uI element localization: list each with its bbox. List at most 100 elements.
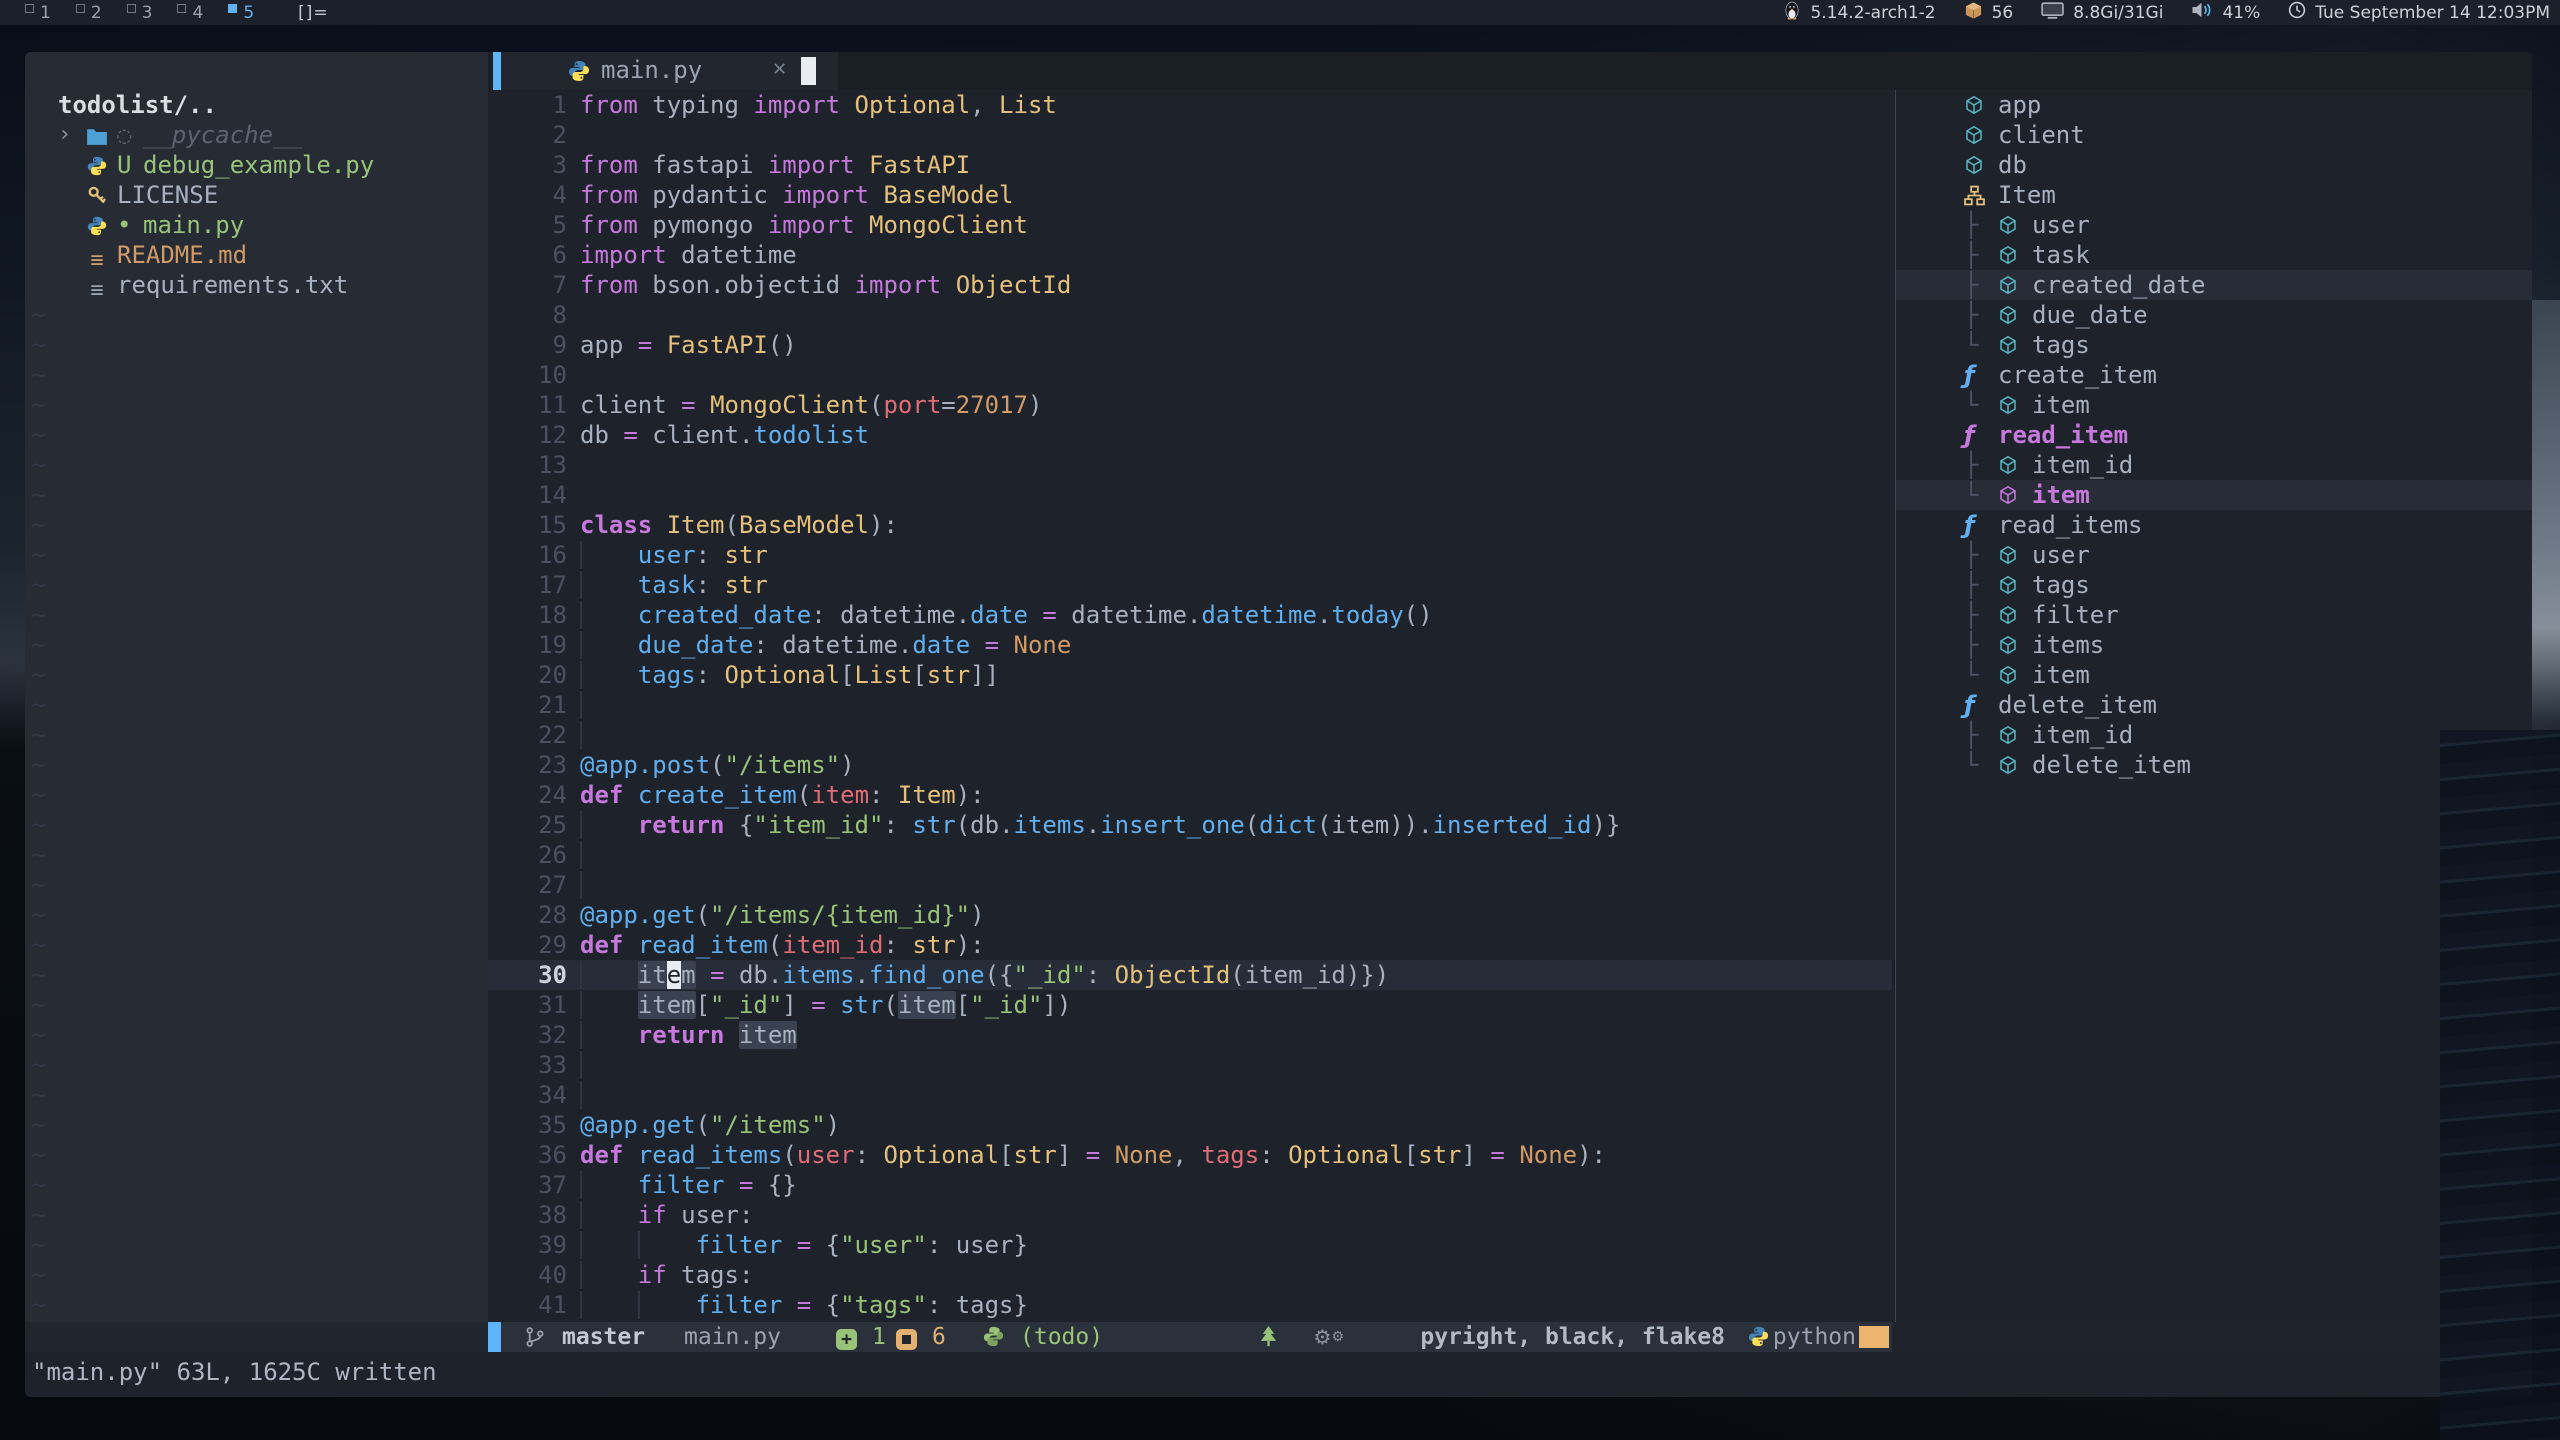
code-line-15[interactable]: 15class Item(BaseModel): bbox=[488, 510, 1892, 540]
code-line-12[interactable]: 12db = client.todolist bbox=[488, 420, 1892, 450]
symbol-item_id[interactable]: ├item_id bbox=[1896, 720, 2532, 750]
chevron-right-icon[interactable]: › bbox=[58, 120, 71, 150]
symbol-filter[interactable]: ├filter bbox=[1896, 600, 2532, 630]
symbol-item[interactable]: └item bbox=[1896, 390, 2532, 420]
workspace-button-2[interactable]: 2 bbox=[89, 3, 102, 23]
code-line-1[interactable]: 1from typing import Optional, List bbox=[488, 90, 1892, 120]
file-tree-item-debug_example.py[interactable]: Udebug_example.py bbox=[25, 150, 488, 180]
code-token: FastAPI bbox=[667, 331, 768, 359]
code-token: datetime bbox=[782, 631, 898, 659]
code-line-30[interactable]: 30 item = db.items.find_one({"_id": Obje… bbox=[488, 960, 1892, 990]
empty-line-tilde: ~ bbox=[31, 1290, 61, 1320]
code-line-19[interactable]: 19 due_date: datetime.date = None bbox=[488, 630, 1892, 660]
symbol-read_items[interactable]: ƒread_items bbox=[1896, 510, 2532, 540]
code-line-36[interactable]: 36def read_items(user: Optional[str] = N… bbox=[488, 1140, 1892, 1170]
file-explorer-root[interactable]: todolist/.. bbox=[25, 90, 521, 120]
code-line-14[interactable]: 14 bbox=[488, 480, 1892, 510]
code-line-2[interactable]: 2 bbox=[488, 120, 1892, 150]
tree-connector: ├ bbox=[1964, 450, 1998, 480]
symbol-item[interactable]: └item bbox=[1896, 660, 2532, 690]
code-line-33[interactable]: 33 bbox=[488, 1050, 1892, 1080]
symbol-delete_item[interactable]: └delete_item bbox=[1896, 750, 2532, 780]
file-tree-item-LICENSE[interactable]: LICENSE bbox=[25, 180, 488, 210]
workspace-button-4[interactable]: 4 bbox=[190, 3, 203, 23]
code-line-17[interactable]: 17 task: str bbox=[488, 570, 1892, 600]
code-line-39[interactable]: 39 filter = {"user": user} bbox=[488, 1230, 1892, 1260]
code-line-3[interactable]: 3from fastapi import FastAPI bbox=[488, 150, 1892, 180]
file-tree-item-main.py[interactable]: •main.py bbox=[25, 210, 488, 240]
symbol-created_date[interactable]: ├created_date bbox=[1896, 270, 2532, 300]
code-line-16[interactable]: 16 user: str bbox=[488, 540, 1892, 570]
symbol-item_id[interactable]: ├item_id bbox=[1896, 450, 2532, 480]
file-tree-item-README.md[interactable]: ≡README.md bbox=[25, 240, 488, 270]
code-line-31[interactable]: 31 item["_id"] = str(item["_id"]) bbox=[488, 990, 1892, 1020]
code-line-24[interactable]: 24def create_item(item: Item): bbox=[488, 780, 1892, 810]
symbol-label: task bbox=[2032, 240, 2090, 270]
code-token: = bbox=[985, 631, 999, 659]
code-line-28[interactable]: 28@app.get("/items/{item_id}") bbox=[488, 900, 1892, 930]
code-line-4[interactable]: 4from pydantic import BaseModel bbox=[488, 180, 1892, 210]
file-tree-item-requirements.txt[interactable]: ≡requirements.txt bbox=[25, 270, 488, 300]
workspace-button-5[interactable]: 5 bbox=[241, 3, 254, 23]
tab-close-icon[interactable]: ✕ bbox=[773, 56, 786, 81]
symbol-tags[interactable]: └tags bbox=[1896, 330, 2532, 360]
code-token: pydantic bbox=[638, 181, 783, 209]
code-line-6[interactable]: 6import datetime bbox=[488, 240, 1892, 270]
code-line-29[interactable]: 29def read_item(item_id: str): bbox=[488, 930, 1892, 960]
code-line-22[interactable]: 22 bbox=[488, 720, 1892, 750]
workspace-button-1[interactable]: 1 bbox=[38, 3, 51, 23]
line-number: 20 bbox=[488, 660, 580, 690]
code-line-41[interactable]: 41 filter = {"tags": tags} bbox=[488, 1290, 1892, 1320]
symbol-Item[interactable]: Item bbox=[1896, 180, 2532, 210]
code-line-5[interactable]: 5from pymongo import MongoClient bbox=[488, 210, 1892, 240]
symbol-app[interactable]: app bbox=[1896, 90, 2532, 120]
code-line-11[interactable]: 11client = MongoClient(port=27017) bbox=[488, 390, 1892, 420]
symbol-user[interactable]: ├user bbox=[1896, 540, 2532, 570]
clock-icon bbox=[2288, 1, 2306, 24]
symbol-items[interactable]: ├items bbox=[1896, 630, 2532, 660]
code-line-38[interactable]: 38 if user: bbox=[488, 1200, 1892, 1230]
line-number: 28 bbox=[488, 900, 580, 930]
code-line-37[interactable]: 37 filter = {} bbox=[488, 1170, 1892, 1200]
filetype-python-icon bbox=[1747, 1325, 1770, 1355]
symbol-item[interactable]: └item bbox=[1896, 480, 2532, 510]
git-modified-icon bbox=[896, 1329, 917, 1350]
code-line-35[interactable]: 35@app.get("/items") bbox=[488, 1110, 1892, 1140]
code-line-10[interactable]: 10 bbox=[488, 360, 1892, 390]
code-line-27[interactable]: 27 bbox=[488, 870, 1892, 900]
symbol-tags[interactable]: ├tags bbox=[1896, 570, 2532, 600]
code-line-21[interactable]: 21 bbox=[488, 690, 1892, 720]
code-line-18[interactable]: 18 created_date: datetime.date = datetim… bbox=[488, 600, 1892, 630]
code-editor[interactable]: 1from typing import Optional, List23from… bbox=[488, 90, 1892, 1322]
symbol-delete_item[interactable]: ƒdelete_item bbox=[1896, 690, 2532, 720]
code-line-40[interactable]: 40 if tags: bbox=[488, 1260, 1892, 1290]
code-line-25[interactable]: 25 return {"item_id": str(db.items.inser… bbox=[488, 810, 1892, 840]
symbol-create_item[interactable]: ƒcreate_item bbox=[1896, 360, 2532, 390]
symbol-client[interactable]: client bbox=[1896, 120, 2532, 150]
code-line-26[interactable]: 26 bbox=[488, 840, 1892, 870]
code-line-23[interactable]: 23@app.post("/items") bbox=[488, 750, 1892, 780]
symbol-read_item[interactable]: ƒread_item bbox=[1896, 420, 2532, 450]
code-token: (item)). bbox=[1317, 811, 1433, 839]
code-token bbox=[725, 1171, 739, 1199]
class-icon bbox=[1964, 185, 1990, 206]
code-line-13[interactable]: 13 bbox=[488, 450, 1892, 480]
code-line-8[interactable]: 8 bbox=[488, 300, 1892, 330]
code-token: [ bbox=[840, 661, 854, 689]
code-line-20[interactable]: 20 tags: Optional[List[str]] bbox=[488, 660, 1892, 690]
code-line-7[interactable]: 7from bson.objectid import ObjectId bbox=[488, 270, 1892, 300]
code-line-32[interactable]: 32 return item bbox=[488, 1020, 1892, 1050]
symbol-task[interactable]: ├task bbox=[1896, 240, 2532, 270]
variable-icon bbox=[1964, 155, 1990, 175]
code-line-9[interactable]: 9app = FastAPI() bbox=[488, 330, 1892, 360]
tab-filename[interactable]: main.py bbox=[601, 56, 702, 84]
symbol-due_date[interactable]: ├due_date bbox=[1896, 300, 2532, 330]
code-token: m bbox=[681, 961, 695, 989]
code-line-34[interactable]: 34 bbox=[488, 1080, 1892, 1110]
symbol-db[interactable]: db bbox=[1896, 150, 2532, 180]
workspace-button-3[interactable]: 3 bbox=[140, 3, 153, 23]
file-tree-item-__pycache__[interactable]: ›◌__pycache__ bbox=[25, 120, 488, 150]
empty-line-tilde: ~ bbox=[31, 450, 61, 480]
symbol-user[interactable]: ├user bbox=[1896, 210, 2532, 240]
statusline-tagbar-segment bbox=[1892, 1322, 2532, 1352]
